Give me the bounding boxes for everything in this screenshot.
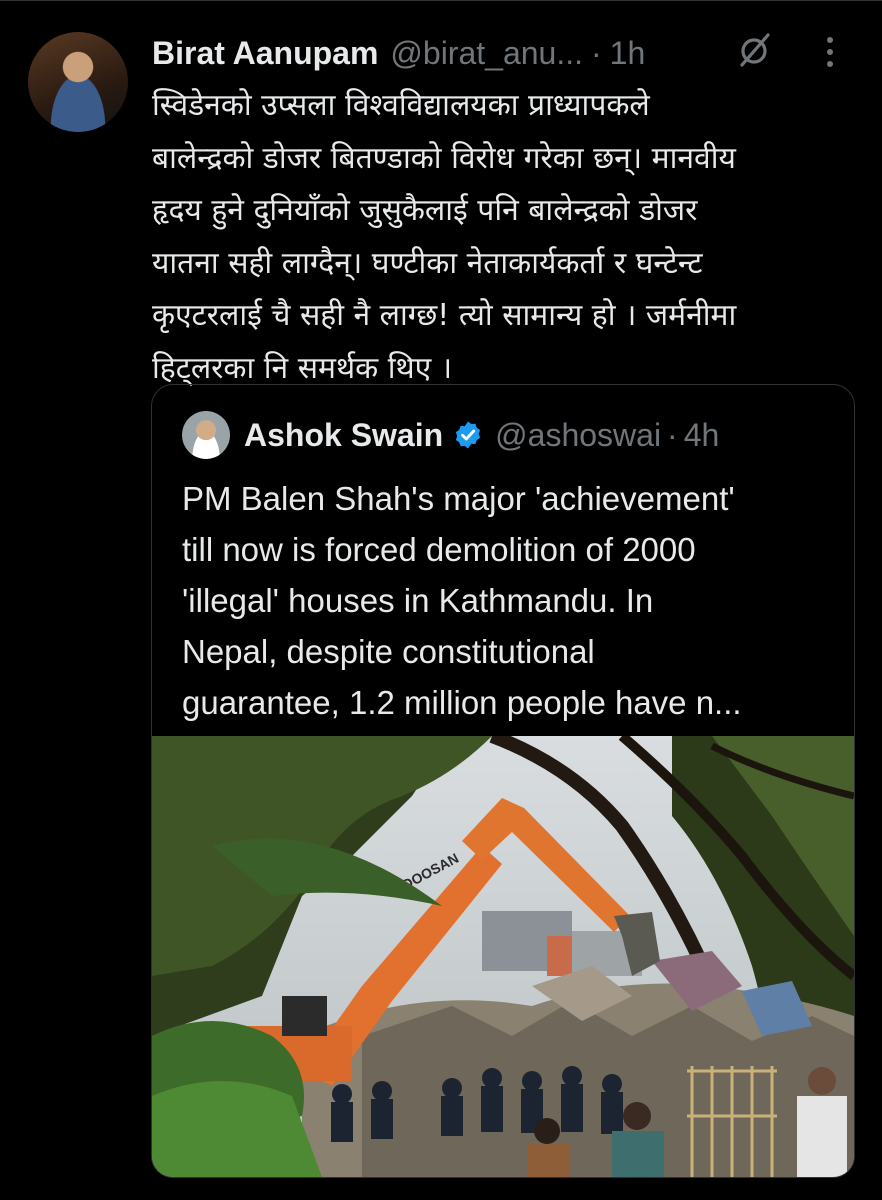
more-dot (827, 61, 833, 67)
demolition-photo[interactable]: DOOSAN (152, 736, 854, 1177)
quoted-author-name[interactable]: Ashok Swain (244, 417, 443, 454)
quoted-avatar[interactable] (182, 411, 230, 459)
more-dot (827, 37, 833, 43)
more-options-icon[interactable] (815, 30, 845, 74)
timestamp[interactable]: 1h (610, 35, 646, 72)
quoted-separator-dot: · (667, 416, 678, 453)
grok-icon[interactable] (735, 30, 775, 70)
quoted-header: Ashok Swain @ashoswai · 4h (244, 413, 719, 457)
more-dot (827, 49, 833, 55)
author-handle[interactable]: @birat_anu... (390, 35, 583, 72)
top-divider (0, 0, 882, 1)
separator-dot: · (591, 34, 602, 71)
quoted-timestamp[interactable]: 4h (684, 417, 720, 454)
tweet-header: Birat Aanupam @birat_anu... · 1h (152, 30, 645, 76)
author-name[interactable]: Birat Aanupam (152, 35, 378, 72)
quoted-tweet-text: PM Balen Shah's major 'achievement' till… (182, 480, 742, 721)
avatar[interactable] (28, 32, 128, 132)
verified-badge-icon (456, 421, 481, 449)
tweet-text: स्विडेनको उप्सला विश्वविद्यालयका प्राध्य… (152, 88, 737, 386)
quoted-tweet[interactable]: Ashok Swain @ashoswai · 4h PM Balen Shah… (151, 384, 855, 1178)
quoted-author-handle[interactable]: @ashoswai (495, 417, 661, 454)
